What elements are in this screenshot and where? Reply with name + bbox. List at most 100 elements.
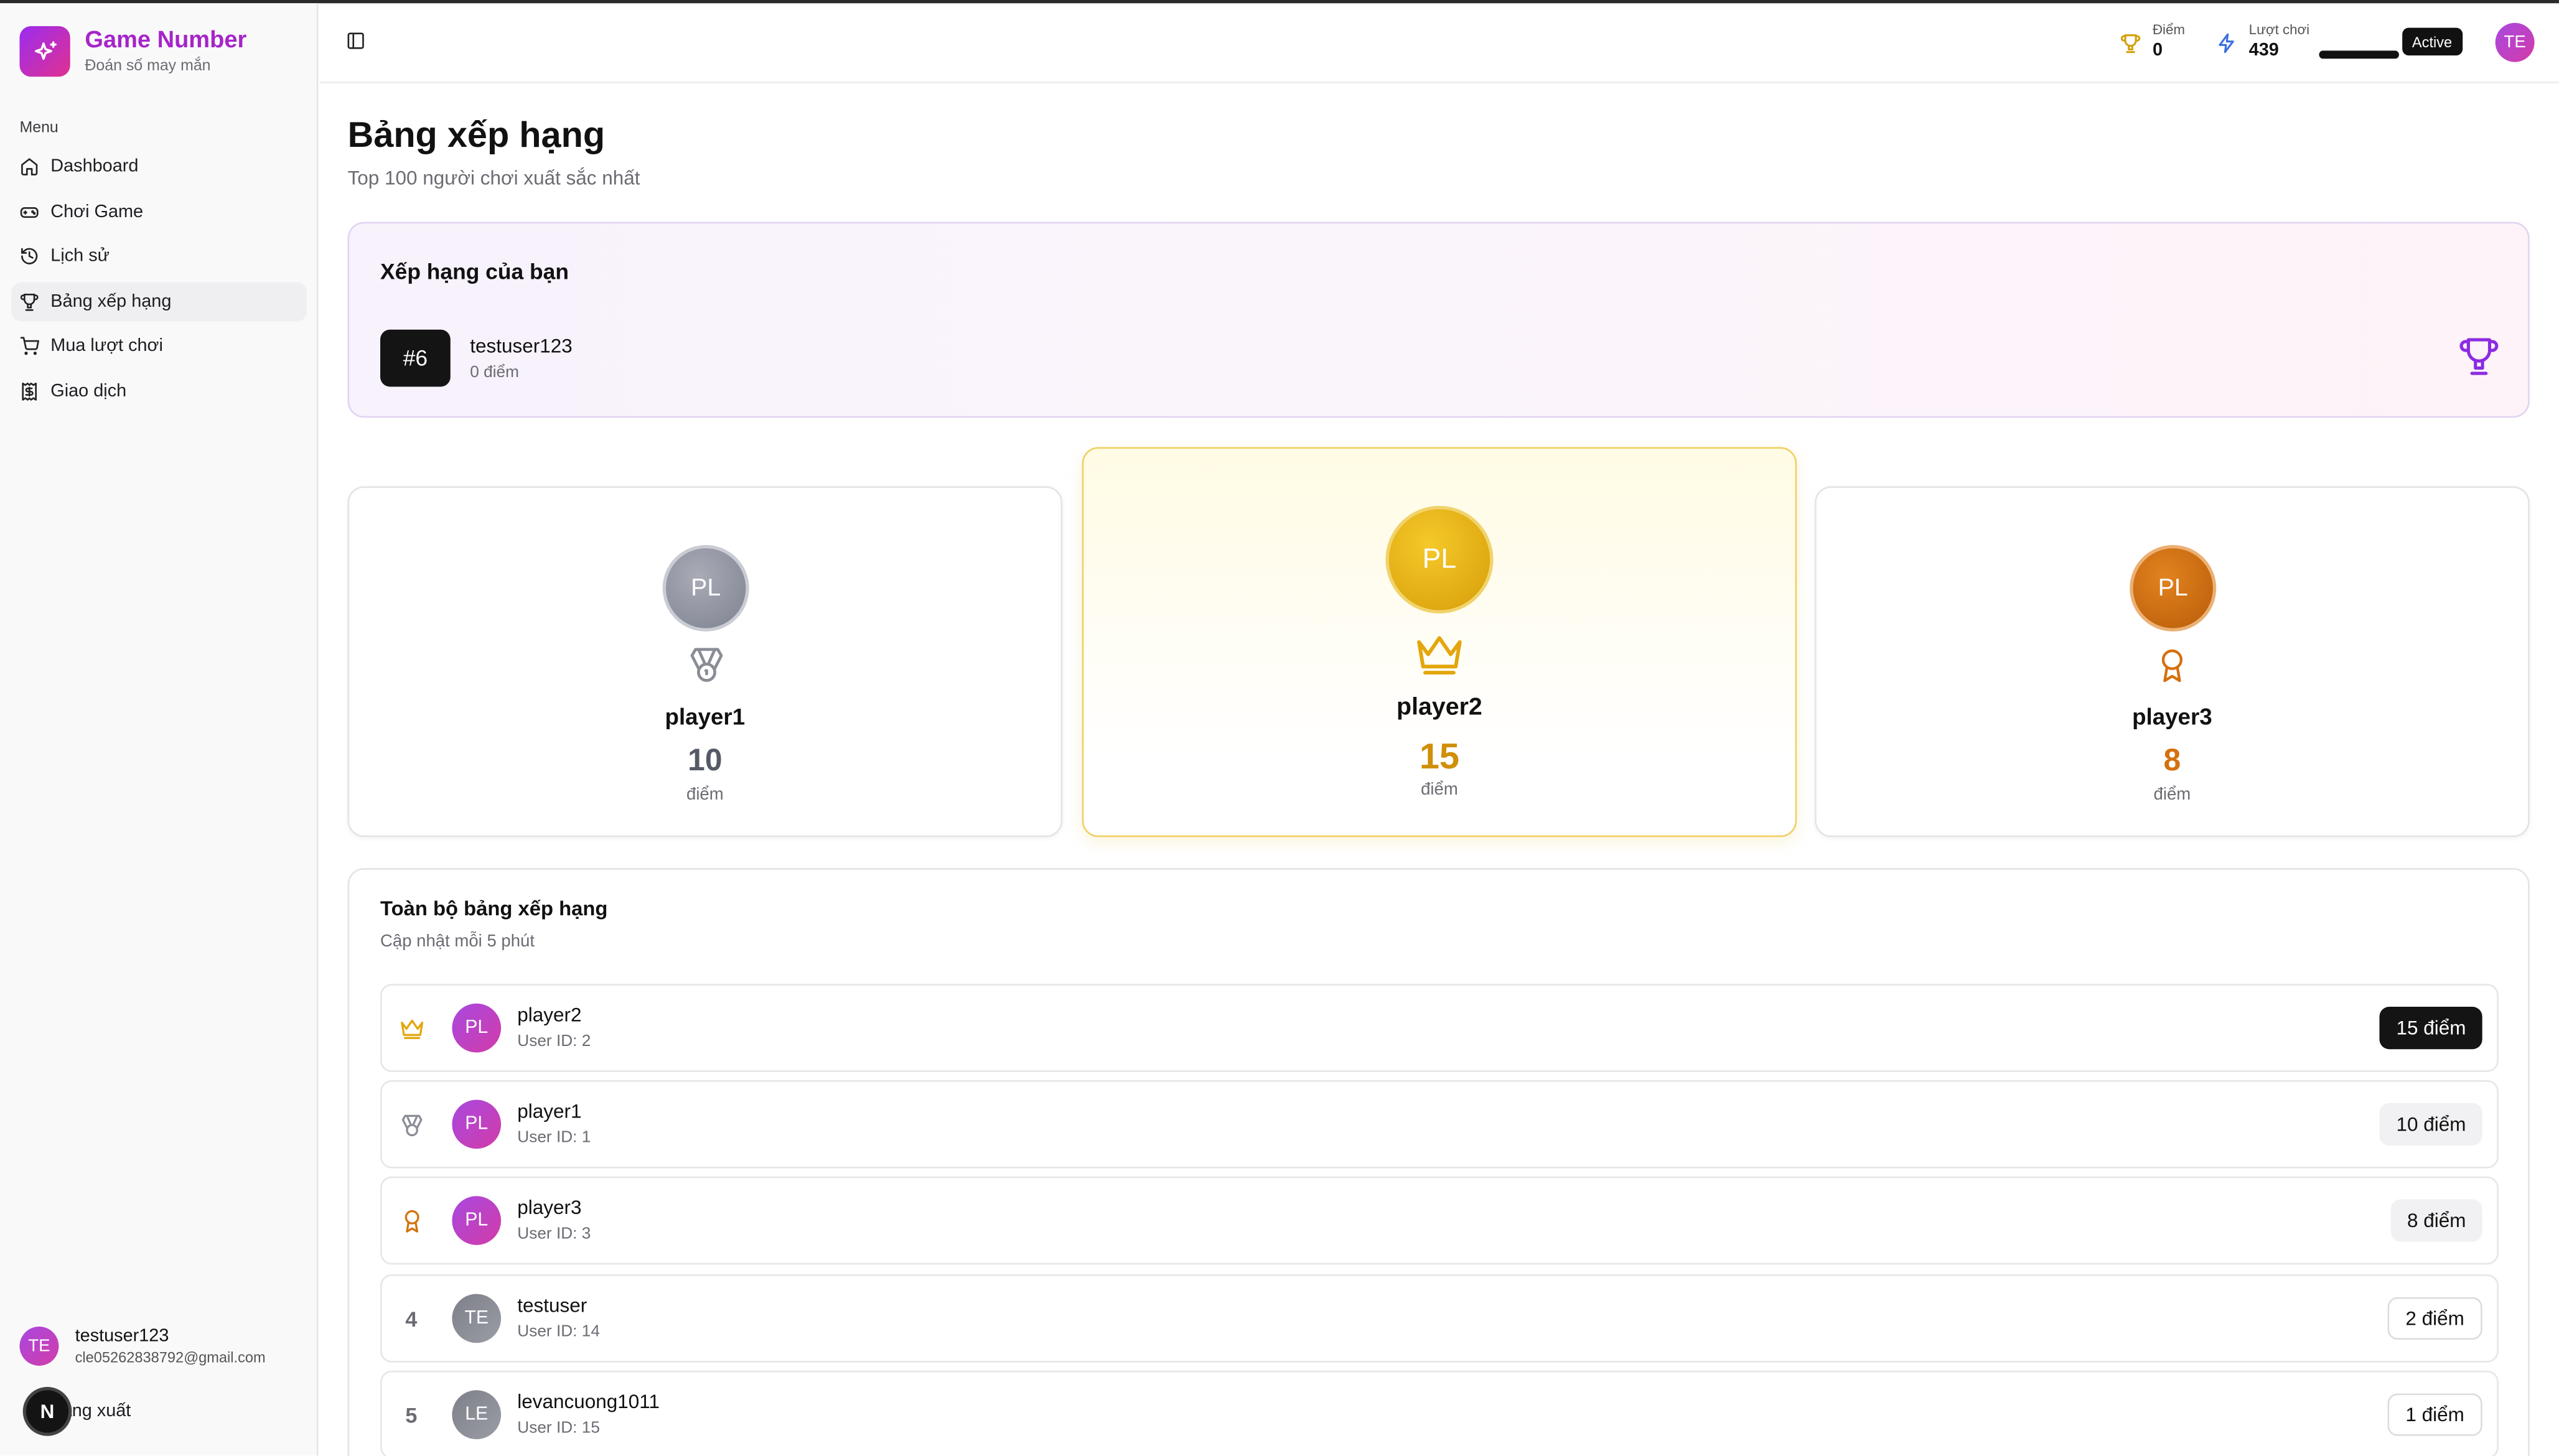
turns-progress-fill [2319, 50, 2400, 59]
trophy-icon [2120, 34, 2141, 54]
row-player-name: player3 [517, 1196, 582, 1219]
table-row[interactable]: PL player1 User ID: 1 10 điểm [380, 1080, 2499, 1169]
avatar: PL [452, 1196, 502, 1245]
lightning-icon [2219, 33, 2234, 54]
logout-button[interactable]: N ăng xuất [22, 1387, 131, 1436]
user-name: testuser123 [75, 1327, 169, 1346]
row-user-id: User ID: 2 [517, 1032, 591, 1051]
table-row[interactable]: PL player3 User ID: 3 8 điểm [380, 1176, 2499, 1265]
row-player-name: player2 [517, 1003, 582, 1027]
podium-third-card[interactable]: PL player3 8 điểm [1815, 486, 2530, 838]
sidebar-user[interactable]: TE testuser123 cle05262838792@gmail.com [19, 1325, 266, 1367]
sidebar-item-label: Lịch sử [50, 246, 110, 266]
row-player-name: testuser [517, 1294, 587, 1317]
rank-indicator [396, 1109, 426, 1139]
top-header: Điểm 0 Lượt chơi 439 Active TE [319, 3, 2559, 83]
logout-label: ăng xuất [62, 1401, 131, 1422]
page-subtitle: Top 100 người chơi xuất sắc nhất [347, 166, 640, 190]
next-dev-badge[interactable]: N [22, 1387, 72, 1436]
table-row[interactable]: 5 LE levancuong1011 User ID: 15 1 điểm [380, 1370, 2499, 1456]
sparkles-icon [19, 26, 70, 77]
avatar: PL [2133, 548, 2213, 628]
sidebar-item-history[interactable]: Lịch sử [11, 236, 307, 276]
sidebar-item-transactions[interactable]: Giao dịch [11, 371, 307, 411]
rank-number: 5 [405, 1402, 418, 1427]
sidebar-item-dashboard[interactable]: Dashboard [11, 147, 307, 186]
avatar: PL [665, 548, 746, 628]
turns-value: 439 [2248, 40, 2279, 61]
page-title: Bảng xếp hạng [347, 114, 606, 156]
sidebar-item-label: Mua lượt chơi [50, 336, 163, 356]
award-icon [404, 1209, 419, 1232]
status-badge: Active [2402, 27, 2462, 56]
sidebar-menu: Dashboard Chơi Game Lịch sử Bảng xếp hạn… [11, 147, 307, 416]
avatar: PL [452, 1003, 502, 1053]
points-value: 0 [2152, 40, 2163, 61]
home-icon [21, 158, 38, 175]
row-player-name: levancuong1011 [517, 1390, 660, 1413]
row-score-badge: 15 điểm [2380, 1007, 2482, 1050]
sidebar-item-label: Dashboard [50, 156, 139, 177]
sidebar-item-label: Chơi Game [50, 201, 144, 222]
row-score-badge: 1 điểm [2387, 1393, 2482, 1436]
trophy-icon [20, 292, 39, 310]
row-player-name: player1 [517, 1099, 582, 1123]
row-user-id: User ID: 14 [517, 1323, 600, 1342]
podium-first-card[interactable]: PL player2 15 điểm [1082, 447, 1797, 838]
podium-score: 8 [2163, 744, 2181, 778]
sidebar-item-buy-turns[interactable]: Mua lượt chơi [11, 326, 307, 365]
my-rank-number: #6 [380, 329, 451, 387]
user-email: cle05262838792@gmail.com [75, 1349, 266, 1366]
sidebar-item-leaderboard[interactable]: Bảng xếp hạng [11, 281, 307, 321]
my-rank-title: Xếp hạng của bạn [380, 259, 569, 284]
sidebar-item-label: Giao dịch [50, 381, 127, 401]
receipt-icon [22, 381, 37, 400]
my-rank-score: 0 điểm [470, 363, 519, 382]
menu-section-label: Menu [19, 119, 58, 138]
podium-name: player2 [1396, 693, 1482, 722]
points-label: Điểm [2152, 21, 2185, 38]
full-leaderboard-card: Toàn bộ bảng xếp hạng Cập nhật mỗi 5 phú… [347, 868, 2530, 1456]
medal-icon [401, 1114, 422, 1136]
points-stat: Điểm 0 [2120, 21, 2185, 62]
podium-score: 10 [688, 744, 723, 778]
app-window: Game Number Đoán số may mắn Menu Dashboa… [0, 0, 2559, 1456]
avatar: PL [452, 1099, 502, 1149]
row-user-id: User ID: 15 [517, 1419, 600, 1438]
podium-unit: điểm [686, 785, 724, 805]
sidebar-toggle-icon[interactable] [346, 31, 365, 50]
turns-label: Lượt chơi [2248, 21, 2310, 38]
history-icon [21, 248, 38, 264]
podium-name: player3 [2132, 703, 2212, 730]
avatar: LE [452, 1390, 502, 1439]
podium-second-card[interactable]: PL player1 10 điểm [347, 486, 1063, 838]
my-rank-name: testuser123 [470, 334, 573, 358]
gamepad-icon [20, 206, 39, 217]
crown-icon [400, 1019, 423, 1038]
app-subtitle: Đoán số may mắn [85, 57, 211, 75]
app-title: Game Number [85, 27, 247, 54]
cart-icon [20, 337, 39, 355]
row-user-id: User ID: 1 [517, 1129, 591, 1147]
leaderboard-subtitle: Cập nhật mỗi 5 phút [380, 931, 535, 951]
brand[interactable]: Game Number Đoán số may mắn [19, 26, 246, 77]
award-icon [2161, 649, 2183, 683]
avatar: PL [1388, 509, 1490, 610]
trophy-icon [2459, 338, 2499, 375]
avatar[interactable]: TE [2495, 22, 2535, 62]
rank-indicator [396, 1206, 426, 1235]
sidebar-item-play-game[interactable]: Chơi Game [11, 192, 307, 231]
table-row[interactable]: PL player2 User ID: 2 15 điểm [380, 984, 2499, 1072]
row-score-badge: 10 điểm [2380, 1103, 2482, 1146]
rank-indicator [396, 1014, 426, 1043]
avatar: TE [19, 1327, 59, 1366]
leaderboard-title: Toàn bộ bảng xếp hạng [380, 897, 608, 921]
podium-unit: điểm [2153, 785, 2191, 805]
row-score-badge: 2 điểm [2387, 1297, 2482, 1340]
table-row[interactable]: 4 TE testuser User ID: 14 2 điểm [380, 1274, 2499, 1363]
podium-name: player1 [665, 703, 746, 730]
crown-icon [1417, 636, 1462, 675]
turns-stat: Lượt chơi 439 [2216, 21, 2400, 62]
my-rank-card: Xếp hạng của bạn #6 testuser123 0 điểm [347, 222, 2530, 418]
turns-progress-bar [2319, 50, 2400, 59]
